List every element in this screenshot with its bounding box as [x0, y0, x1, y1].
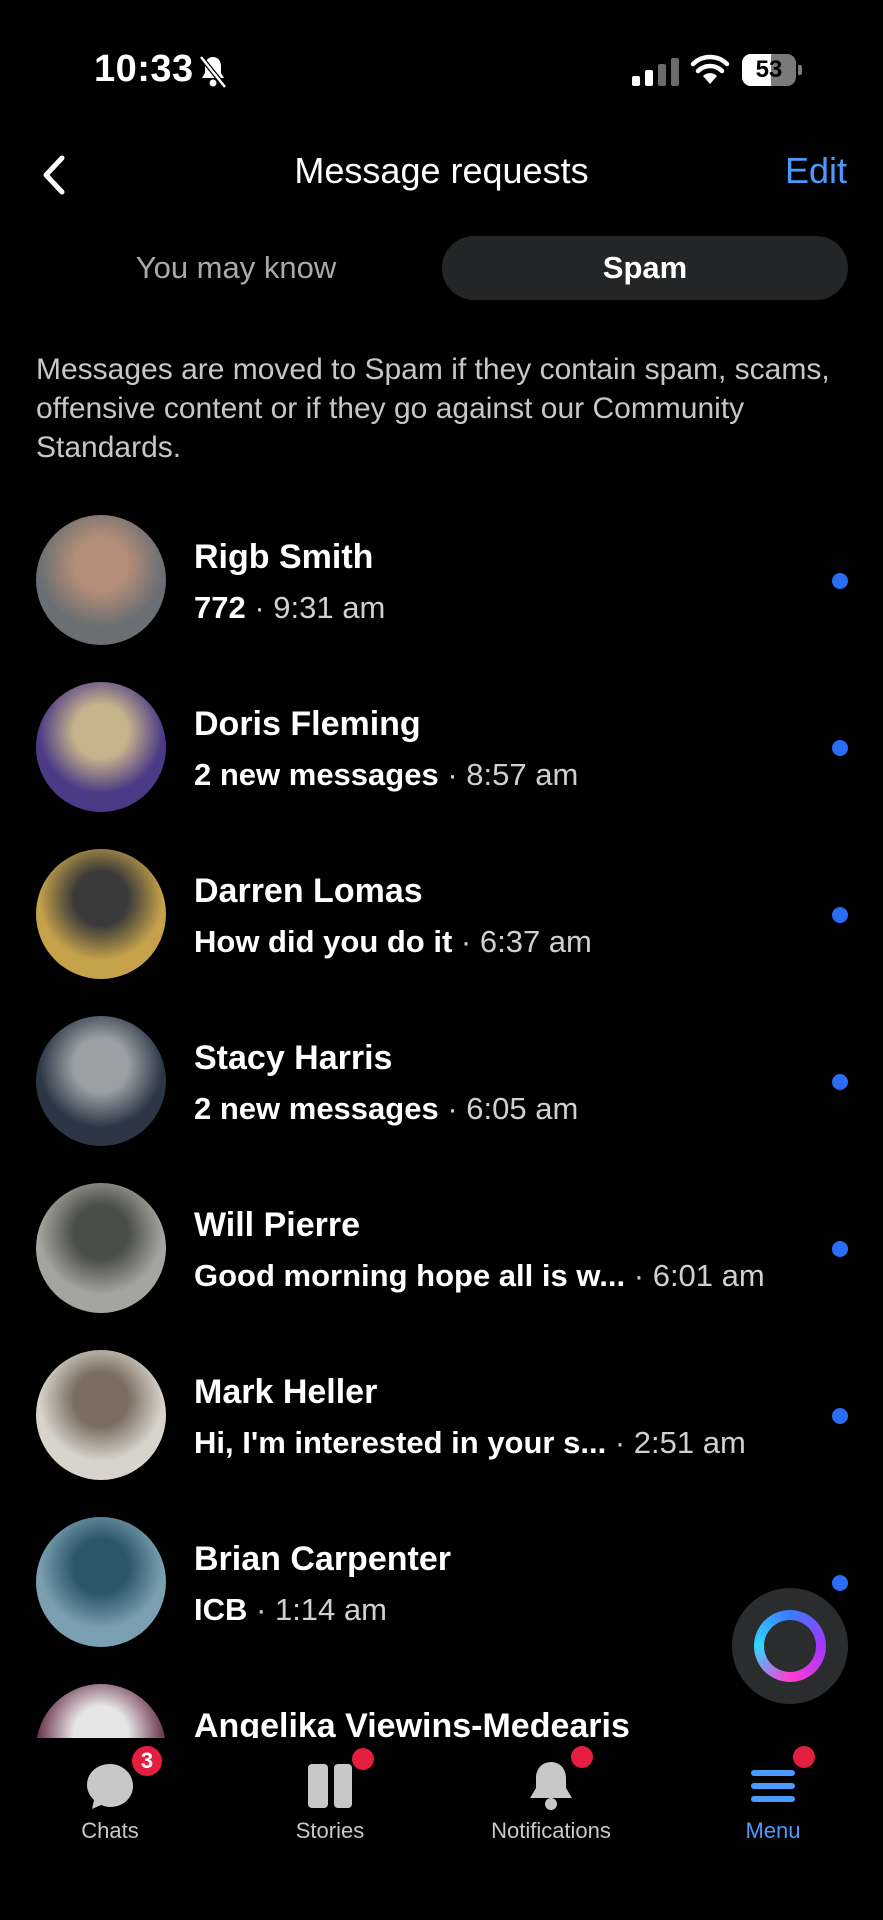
- message-preview: ICB: [194, 1592, 248, 1627]
- contact-name: Doris Fleming: [194, 705, 421, 743]
- message-summary: 2 new messages · 8:57 am: [194, 757, 579, 792]
- message-preview: How did you do it: [194, 924, 453, 959]
- message-summary: How did you do it · 6:37 am: [194, 924, 592, 959]
- nav-stories-label: Stories: [295, 1818, 365, 1843]
- contact-name: Stacy Harris: [194, 1039, 393, 1077]
- unread-dot: [832, 907, 848, 923]
- bottom-nav: 3 Chats Stories Notifications Menu: [0, 1738, 883, 1920]
- bell-off-icon: [199, 55, 227, 89]
- unread-dot: [832, 1074, 848, 1090]
- contact-name: Rigb Smith: [194, 538, 374, 576]
- tab-spam[interactable]: Spam: [442, 236, 848, 300]
- spam-notice: Messages are moved to Spam if they conta…: [36, 353, 830, 464]
- menu-icon: [751, 1770, 795, 1802]
- meta-ai-button[interactable]: [732, 1588, 848, 1704]
- page-title: Message requests: [294, 150, 589, 191]
- wifi-icon: [690, 54, 730, 84]
- stories-dot: [352, 1748, 374, 1770]
- message-preview: 2 new messages: [194, 757, 439, 792]
- message-summary: Good morning hope all is w... · 6:01 am: [194, 1258, 765, 1293]
- avatar: [36, 682, 166, 812]
- unread-dot: [832, 1575, 848, 1591]
- contact-name: Darren Lomas: [194, 872, 423, 910]
- nav-chats[interactable]: 3 Chats: [20, 1738, 200, 1848]
- message-preview: 2 new messages: [194, 1091, 439, 1126]
- conversation-row[interactable]: Stacy Harris 2 new messages · 6:05 am: [0, 1011, 883, 1178]
- conversation-row[interactable]: Doris Fleming 2 new messages · 8:57 am: [0, 677, 883, 844]
- chat-bubble-icon: [87, 1764, 133, 1809]
- conversation-row[interactable]: Darren Lomas How did you do it · 6:37 am: [0, 844, 883, 1011]
- nav-menu-label: Menu: [745, 1818, 801, 1843]
- contact-name: Will Pierre: [194, 1206, 360, 1244]
- message-time: 2:51 am: [633, 1425, 746, 1460]
- menu-dot: [793, 1746, 815, 1768]
- message-summary: 2 new messages · 6:05 am: [194, 1091, 579, 1126]
- avatar: [36, 1517, 166, 1647]
- nav-menu[interactable]: Menu: [683, 1738, 863, 1848]
- battery-percent: 53: [755, 56, 783, 83]
- message-time: 6:37 am: [479, 924, 592, 959]
- contact-name: Brian Carpenter: [194, 1540, 451, 1578]
- tab-you-may-know[interactable]: You may know: [36, 236, 436, 300]
- avatar: [36, 1183, 166, 1313]
- unread-dot: [832, 1241, 848, 1257]
- message-preview: Good morning hope all is w...: [194, 1258, 626, 1293]
- nav-stories[interactable]: Stories: [240, 1738, 420, 1848]
- message-time: 9:31 am: [273, 590, 386, 625]
- conversation-row[interactable]: Will Pierre Good morning hope all is w...…: [0, 1178, 883, 1345]
- message-summary: 772 · 9:31 am: [194, 590, 386, 625]
- stories-icon: [308, 1764, 352, 1808]
- message-time: 6:01 am: [652, 1258, 765, 1293]
- battery-indicator: 53: [742, 54, 802, 86]
- nav-notifications[interactable]: Notifications: [461, 1738, 641, 1848]
- unread-dot: [832, 1408, 848, 1424]
- avatar: [36, 849, 166, 979]
- avatar: [36, 1016, 166, 1146]
- unread-dot: [832, 740, 848, 756]
- message-time: 8:57 am: [466, 757, 579, 792]
- avatar: [36, 1350, 166, 1480]
- contact-name: Mark Heller: [194, 1373, 378, 1411]
- clock: 10:33: [94, 48, 194, 90]
- message-preview: 772: [194, 590, 246, 625]
- unread-dot: [832, 573, 848, 589]
- conversation-row[interactable]: Mark Heller Hi, I'm interested in your s.…: [0, 1345, 883, 1512]
- message-time: 1:14 am: [274, 1592, 387, 1627]
- message-summary: Hi, I'm interested in your s... · 2:51 a…: [194, 1425, 746, 1460]
- message-summary: ICB · 1:14 am: [194, 1592, 387, 1627]
- signal-icon: [632, 58, 679, 86]
- edit-button[interactable]: Edit: [785, 150, 847, 192]
- conversation-row[interactable]: Rigb Smith 772 · 9:31 am: [0, 510, 883, 677]
- message-time: 6:05 am: [466, 1091, 579, 1126]
- status-bar: 10:33 53: [0, 0, 883, 120]
- segmented-tabs: You may know Spam: [36, 236, 848, 300]
- chats-badge: 3: [132, 1746, 162, 1776]
- avatar: [36, 515, 166, 645]
- nav-chats-label: Chats: [81, 1818, 139, 1843]
- bell-icon: [530, 1762, 572, 1810]
- nav-notifications-label: Notifications: [491, 1818, 611, 1843]
- notifications-dot: [571, 1746, 593, 1768]
- header: Message requests Edit: [0, 140, 883, 206]
- message-preview: Hi, I'm interested in your s...: [194, 1425, 607, 1460]
